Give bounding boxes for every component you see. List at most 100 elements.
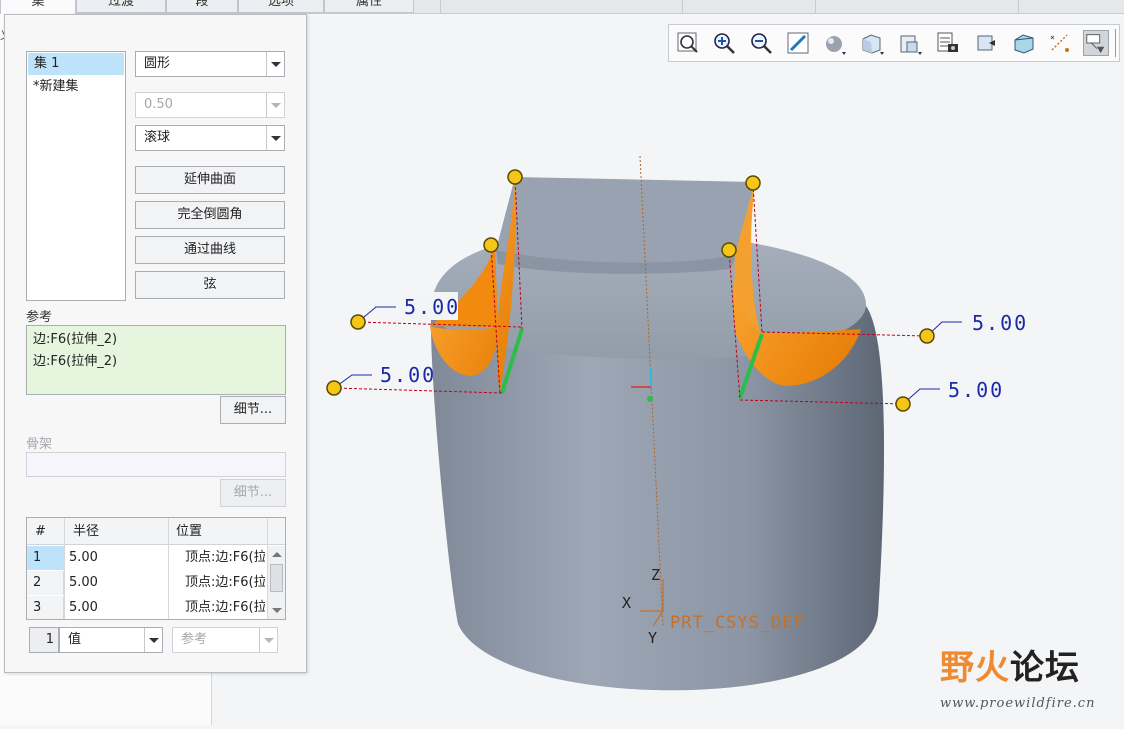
drag-handle[interactable] xyxy=(507,169,523,185)
dimension-label[interactable]: 5.00 xyxy=(972,311,1028,335)
strip-divider xyxy=(1018,0,1019,14)
block-top-face[interactable] xyxy=(496,177,755,263)
graphics-viewport[interactable]: 5.00 5.00 5.00 5.00 Z X Y PRT_CSYS_DEF xyxy=(308,14,1124,725)
table-row[interactable]: 1 5.00 顶点:边:F6(拉 xyxy=(27,546,285,570)
set-item[interactable]: 集 1 xyxy=(28,53,124,75)
column-header-index: # xyxy=(35,524,46,539)
new-set-item[interactable]: *新建集 xyxy=(27,76,125,98)
view-manager-icon[interactable] xyxy=(935,30,961,56)
cross-section-select[interactable]: 圆形 xyxy=(135,51,285,77)
forum-logo: 野火论坛 xyxy=(940,640,1080,689)
skeleton-label: 骨架 xyxy=(26,437,53,452)
reference-item[interactable]: 边:F6(拉伸_2) xyxy=(33,329,279,351)
column-header-radius: 半径 xyxy=(73,524,100,539)
value-type-value: 值 xyxy=(68,632,82,647)
annotation-display-icon[interactable] xyxy=(1083,30,1109,56)
radius-value[interactable]: 5.00 xyxy=(69,571,98,595)
table-row[interactable]: 3 5.00 顶点:边:F6(拉 xyxy=(27,596,285,619)
scroll-down-icon[interactable] xyxy=(272,608,282,613)
dimension-label[interactable]: 5.00 xyxy=(948,378,1004,402)
zoom-out-icon[interactable] xyxy=(748,30,774,56)
row-number-field[interactable]: 1 xyxy=(29,627,59,653)
chord-button[interactable]: 弦 xyxy=(135,271,285,299)
saved-orientations-icon[interactable] xyxy=(897,30,923,56)
zoom-in-icon[interactable] xyxy=(711,30,737,56)
csys-axis-x: X xyxy=(622,594,631,612)
conic-value: 0.50 xyxy=(144,97,173,112)
refit-icon[interactable] xyxy=(675,30,701,56)
scroll-up-icon[interactable] xyxy=(272,552,282,557)
chevron-down-icon xyxy=(266,52,284,76)
set-list[interactable]: 集 1 *新建集 xyxy=(26,51,126,301)
forum-logo-part1: 野火 xyxy=(940,648,1010,688)
table-header: # 半径 位置 xyxy=(27,518,285,545)
tab-pieces[interactable]: 段 xyxy=(166,0,238,13)
value-type-select[interactable]: 值 xyxy=(59,627,163,653)
model-canvas: 5.00 5.00 5.00 5.00 Z X Y PRT_CSYS_DEF xyxy=(326,155,1028,691)
perspective-view-icon[interactable] xyxy=(973,30,999,56)
through-curve-button[interactable]: 通过曲线 xyxy=(135,236,285,264)
tab-properties[interactable]: 属性 xyxy=(324,0,414,13)
table-scrollbar[interactable] xyxy=(267,546,285,619)
chevron-down-icon xyxy=(144,628,162,652)
drag-handle[interactable] xyxy=(721,242,737,258)
references-label: 参考 xyxy=(26,310,53,325)
strip-divider xyxy=(440,0,441,14)
location-value: 顶点:边:F6(拉 xyxy=(185,575,265,590)
scroll-thumb[interactable] xyxy=(270,564,283,592)
forum-watermark: 野火论坛 www.proewildfire.cn xyxy=(936,640,1116,720)
drag-handle[interactable] xyxy=(350,314,366,330)
column-header-location: 位置 xyxy=(176,524,203,539)
view-toolbar: × xyxy=(668,24,1120,62)
csys-label[interactable]: PRT_CSYS_DEF xyxy=(670,613,805,633)
forum-logo-part2: 论坛 xyxy=(1010,648,1080,688)
strip-divider xyxy=(815,0,816,14)
chevron-down-icon xyxy=(259,628,277,652)
reference-item[interactable]: 边:F6(拉伸_2) xyxy=(33,351,279,373)
display-style-icon[interactable] xyxy=(821,30,847,56)
row-index: 2 xyxy=(27,571,64,595)
tab-options[interactable]: 选项 xyxy=(238,0,324,13)
dimension-label[interactable]: 5.00 xyxy=(404,295,460,319)
full-round-button[interactable]: 完全倒圆角 xyxy=(135,201,285,229)
sets-panel: 集 1 *新建集 圆形 0.50 滚球 延伸曲面 完全倒圆角 通过曲线 弦 参考… xyxy=(4,14,307,673)
reference-type-value: 参考 xyxy=(181,632,208,647)
svg-text:×: × xyxy=(1050,33,1055,42)
references-details-button[interactable]: 细节... xyxy=(220,396,286,424)
chevron-down-icon xyxy=(266,126,284,150)
section-view-icon[interactable] xyxy=(1011,30,1037,56)
tab-strip: 集 过渡 段 选项 属性 xyxy=(0,0,1124,15)
radius-value[interactable]: 5.00 xyxy=(69,546,98,570)
csys-axis-z: Z xyxy=(651,566,660,584)
cross-section-value: 圆形 xyxy=(144,56,171,71)
location-value: 顶点:边:F6(拉 xyxy=(185,600,265,615)
conic-value-select: 0.50 xyxy=(135,92,285,118)
row-index: 1 xyxy=(27,546,64,570)
radius-value[interactable]: 5.00 xyxy=(69,596,98,619)
reference-type-select: 参考 xyxy=(172,627,278,653)
chevron-down-icon xyxy=(266,93,284,117)
creation-method-value: 滚球 xyxy=(144,130,171,145)
spin-center-icon[interactable] xyxy=(1115,29,1123,57)
strip-divider xyxy=(682,0,683,14)
csys-axis-y: Y xyxy=(648,629,657,647)
tab-transitions[interactable]: 过渡 xyxy=(76,0,166,13)
skeleton-details-button: 细节... xyxy=(220,479,286,507)
table-row[interactable]: 2 5.00 顶点:边:F6(拉 xyxy=(27,571,285,595)
repaint-icon[interactable] xyxy=(785,30,811,56)
creation-method-select[interactable]: 滚球 xyxy=(135,125,285,151)
drag-handle[interactable] xyxy=(745,175,761,191)
drag-handle[interactable] xyxy=(895,396,911,412)
standard-orientation-icon[interactable] xyxy=(859,30,885,56)
tab-sets[interactable]: 集 xyxy=(0,0,76,15)
drag-handle[interactable] xyxy=(326,380,342,396)
row-index: 3 xyxy=(27,596,64,619)
drag-handle[interactable] xyxy=(919,328,935,344)
references-collector[interactable]: 边:F6(拉伸_2) 边:F6(拉伸_2) xyxy=(26,325,286,395)
drag-handle[interactable] xyxy=(483,237,499,253)
datum-display-icon[interactable]: × xyxy=(1047,30,1073,56)
skeleton-collector xyxy=(26,452,286,477)
forum-url: www.proewildfire.cn xyxy=(940,696,1096,711)
extend-surfaces-button[interactable]: 延伸曲面 xyxy=(135,166,285,194)
dimension-label[interactable]: 5.00 xyxy=(380,363,436,387)
